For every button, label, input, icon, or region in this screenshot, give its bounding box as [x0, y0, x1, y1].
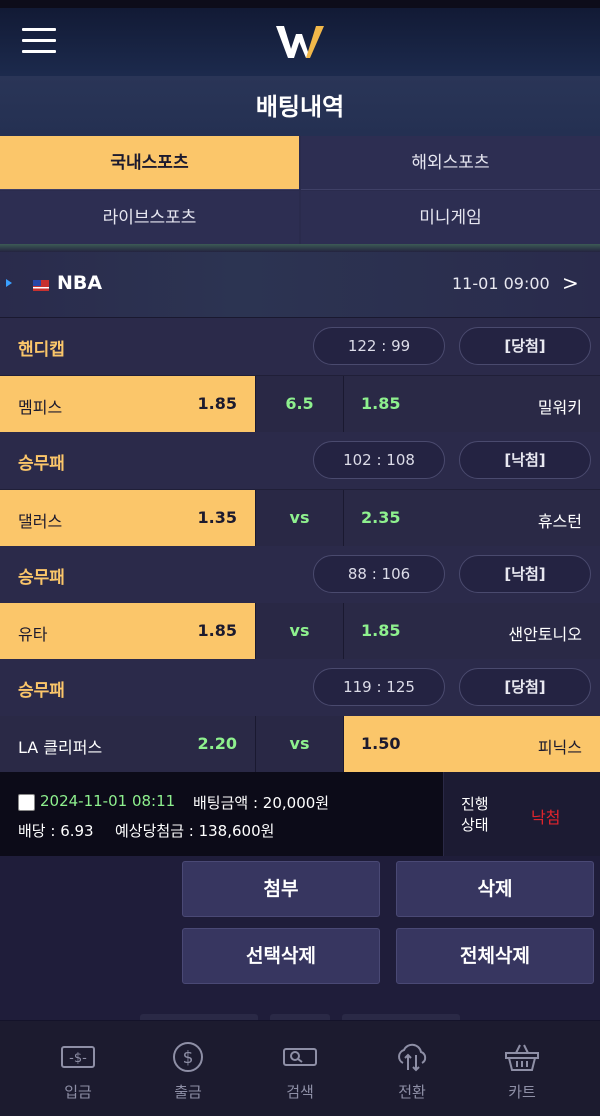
- bet-type-label: 핸디캡: [18, 340, 65, 360]
- app-header: [0, 8, 600, 76]
- svg-text:$: $: [183, 1048, 194, 1068]
- away-odds: 1.85: [361, 394, 401, 413]
- nav-label: 출금: [174, 1083, 202, 1101]
- deposit-icon: -$-: [61, 1046, 95, 1068]
- nav-label: 검색: [286, 1083, 314, 1101]
- select-checkbox[interactable]: [18, 794, 35, 811]
- basket-icon: [505, 1044, 539, 1071]
- score-pill: 119 : 125: [313, 668, 445, 706]
- away-team: 샌안토니오: [508, 625, 582, 644]
- bet-type-row: 핸디캡 122 : 99 [당첨]: [0, 318, 600, 376]
- match-row: LA 클리퍼스 2.20 vs 1.50 피닉스: [0, 716, 600, 772]
- score-pill: 102 : 108: [313, 441, 445, 479]
- home-pick[interactable]: 멤피스 1.85: [0, 376, 256, 432]
- summary-details: 2024-11-01 08:11 배팅금액 : 20,000원 배당 : 6.9…: [0, 772, 444, 856]
- nav-deposit[interactable]: -$- 입금: [18, 1021, 138, 1116]
- home-odds: 1.85: [197, 394, 237, 413]
- result-pill: [낙첨]: [459, 555, 591, 593]
- page-title: 배팅내역: [0, 76, 600, 136]
- away-odds: 1.85: [361, 621, 401, 640]
- home-pick[interactable]: 유타 1.85: [0, 603, 256, 659]
- nav-label: 전환: [398, 1083, 426, 1101]
- handicap-value: 6.5: [256, 376, 344, 432]
- league-name: NBA: [57, 272, 103, 294]
- home-pick[interactable]: 댈러스 1.35: [0, 490, 256, 546]
- status-value: 낙첨: [531, 808, 561, 827]
- bet-summary: 2024-11-01 08:11 배팅금액 : 20,000원 배당 : 6.9…: [0, 772, 600, 856]
- total-odds: 배당 : 6.93: [18, 822, 94, 840]
- result-pill: [당첨]: [459, 327, 591, 365]
- expected-win: 예상당첨금 : 138,600원: [115, 822, 275, 840]
- score-pill: 88 : 106: [313, 555, 445, 593]
- match-row: 댈러스 1.35 vs 2.35 휴스턴: [0, 490, 600, 546]
- bet-date: 2024-11-01 08:11: [40, 792, 176, 810]
- dollar-coin-icon: $: [173, 1042, 203, 1072]
- score-pill: 122 : 99: [313, 327, 445, 365]
- play-arrow-icon: [6, 279, 12, 287]
- delete-button[interactable]: 삭제: [396, 861, 594, 917]
- status-label: 진행 상태: [461, 795, 489, 834]
- bet-type-row: 승무패 88 : 106 [낙첨]: [0, 546, 600, 604]
- home-odds: 1.35: [197, 508, 237, 527]
- w-logo-icon[interactable]: [274, 24, 326, 64]
- home-team: 멤피스: [18, 398, 63, 417]
- bet-type-row: 승무패 119 : 125 [당첨]: [0, 659, 600, 717]
- tab-mini-game[interactable]: 미니게임: [301, 191, 600, 245]
- match-datetime: 11-01 09:00: [452, 274, 550, 293]
- bet-amount: 배팅금액 : 20,000원: [193, 794, 330, 812]
- match-row: 멤피스 1.85 6.5 1.85 밀워키: [0, 376, 600, 432]
- league-header: NBA 11-01 09:00 >: [0, 252, 600, 318]
- divider: [0, 244, 600, 252]
- nav-withdraw[interactable]: $ 출금: [128, 1021, 248, 1116]
- nav-cart[interactable]: 카트: [462, 1021, 582, 1116]
- delete-selected-button[interactable]: 선택삭제: [182, 928, 380, 984]
- home-pick[interactable]: LA 클리퍼스 2.20: [0, 716, 256, 772]
- away-team: 피닉스: [537, 738, 582, 757]
- result-pill: [낙첨]: [459, 441, 591, 479]
- attach-button[interactable]: 첨부: [182, 861, 380, 917]
- cloud-transfer-icon: [398, 1043, 427, 1072]
- away-team: 휴스턴: [537, 512, 582, 531]
- status-box: 진행 상태: [444, 772, 600, 856]
- top-strip: [0, 0, 600, 8]
- bottom-navigation: -$- 입금 $ 출금 검색 전환 카트: [0, 1020, 600, 1116]
- away-team: 밀워키: [537, 398, 582, 417]
- search-card-icon: [283, 1048, 317, 1066]
- chevron-right-icon[interactable]: >: [562, 271, 579, 295]
- nav-transfer[interactable]: 전환: [352, 1021, 472, 1116]
- home-team: 유타: [18, 625, 48, 644]
- tab-overseas-sports[interactable]: 해외스포츠: [301, 136, 600, 190]
- vs-label: vs: [256, 490, 344, 546]
- bet-type-label: 승무패: [18, 681, 65, 701]
- result-pill: [당첨]: [459, 668, 591, 706]
- away-pick[interactable]: 1.50 피닉스: [344, 716, 600, 772]
- svg-text:-$-: -$-: [69, 1051, 87, 1066]
- tab-domestic-sports[interactable]: 국내스포츠: [0, 136, 299, 190]
- vs-label: vs: [256, 716, 344, 772]
- delete-all-button[interactable]: 전체삭제: [396, 928, 594, 984]
- vs-label: vs: [256, 603, 344, 659]
- category-tabs: 국내스포츠 해외스포츠 라이브스포츠 미니게임: [0, 136, 600, 246]
- nav-label: 카트: [508, 1083, 536, 1101]
- bet-type-label: 승무패: [18, 568, 65, 588]
- home-odds: 2.20: [197, 734, 237, 753]
- home-odds: 1.85: [197, 621, 237, 640]
- home-team: 댈러스: [18, 512, 63, 531]
- tab-live-sports[interactable]: 라이브스포츠: [0, 191, 299, 245]
- away-pick[interactable]: 1.85 밀워키: [344, 376, 600, 432]
- home-team: LA 클리퍼스: [18, 738, 103, 757]
- nav-label: 입금: [64, 1083, 92, 1101]
- flag-icon: [32, 276, 50, 294]
- away-odds: 2.35: [361, 508, 401, 527]
- bet-type-label: 승무패: [18, 454, 65, 474]
- hamburger-icon[interactable]: [22, 28, 56, 54]
- nav-search[interactable]: 검색: [240, 1021, 360, 1116]
- away-pick[interactable]: 2.35 휴스턴: [344, 490, 600, 546]
- away-pick[interactable]: 1.85 샌안토니오: [344, 603, 600, 659]
- bet-type-row: 승무패 102 : 108 [낙첨]: [0, 432, 600, 490]
- match-row: 유타 1.85 vs 1.85 샌안토니오: [0, 603, 600, 659]
- away-odds: 1.50: [361, 734, 401, 753]
